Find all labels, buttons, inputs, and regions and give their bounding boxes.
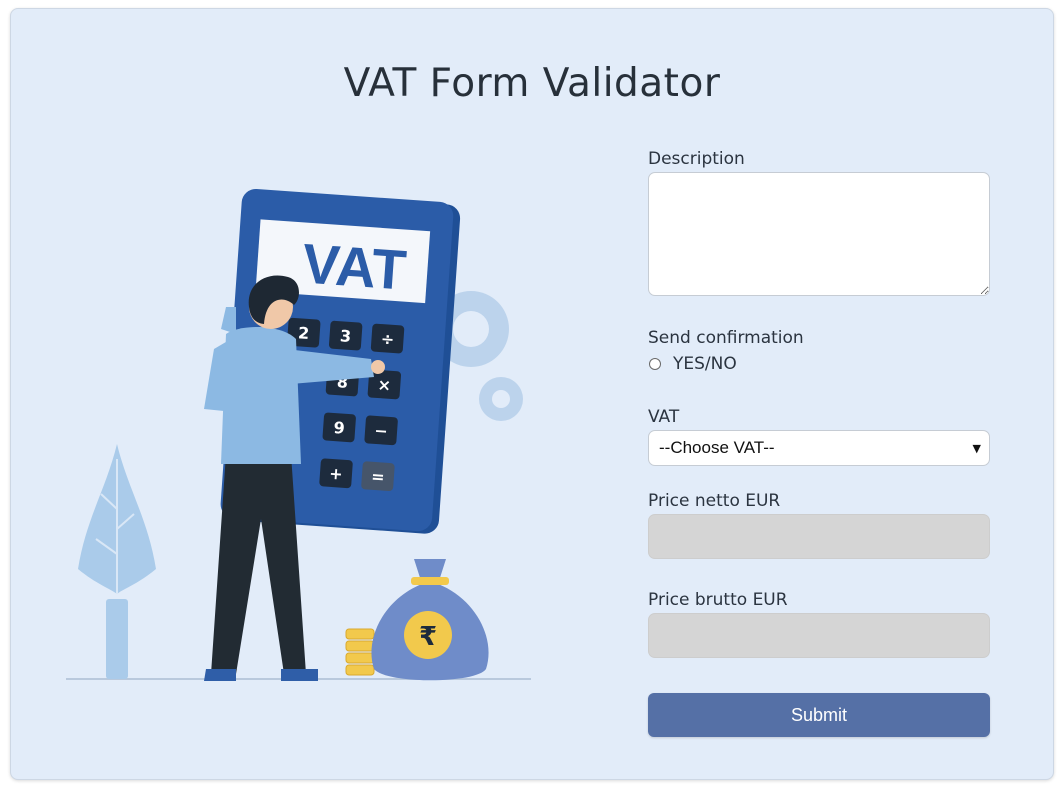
confirmation-radio-label: YES/NO (673, 354, 737, 374)
price-brutto-field[interactable] (648, 613, 990, 658)
description-label: Description (648, 149, 745, 169)
svg-text:=: = (371, 467, 386, 487)
vat-select[interactable]: --Choose VAT-- ▼ (648, 430, 990, 466)
svg-text:9: 9 (333, 418, 345, 438)
svg-text:×: × (377, 375, 392, 395)
description-field[interactable] (648, 172, 990, 296)
form-card: VAT Form Validator VAT 2 3 ÷ 8 × 9 − + =… (10, 8, 1054, 780)
svg-text:+: + (329, 464, 344, 484)
confirmation-option[interactable]: YES/NO (648, 354, 737, 374)
confirmation-radio[interactable] (649, 358, 661, 370)
vat-label: VAT (648, 407, 680, 427)
svg-text:−: − (374, 421, 389, 441)
calculator-vat-text: VAT (300, 232, 408, 302)
chevron-down-icon: ▼ (972, 441, 981, 455)
page-title: VAT Form Validator (343, 61, 721, 106)
svg-text:3: 3 (339, 326, 351, 346)
send-confirmation-label: Send confirmation (648, 328, 804, 348)
price-netto-field[interactable] (648, 514, 990, 559)
price-netto-label: Price netto EUR (648, 491, 781, 511)
vat-illustration: VAT 2 3 ÷ 8 × 9 − + = ₹ (66, 189, 546, 703)
vat-select-value: --Choose VAT-- (659, 438, 775, 457)
currency-symbol: ₹ (419, 622, 437, 652)
svg-text:2: 2 (298, 323, 310, 343)
submit-button[interactable]: Submit (648, 693, 990, 737)
price-brutto-label: Price brutto EUR (648, 590, 788, 610)
svg-text:÷: ÷ (380, 329, 395, 349)
